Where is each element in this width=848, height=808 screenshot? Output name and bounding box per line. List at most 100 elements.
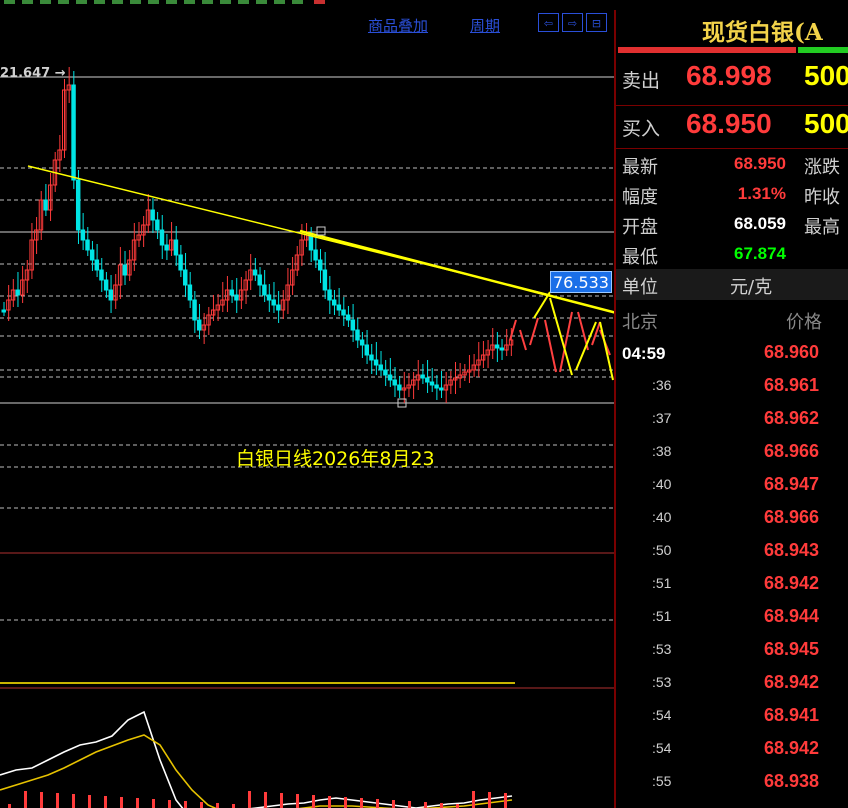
buy-label: 买入: [622, 118, 661, 140]
toolbar-button[interactable]: [148, 0, 159, 4]
chart-gridlines: [0, 76, 614, 689]
tick-row: :51 68.944: [616, 604, 848, 637]
instrument-title-bar: 现货白银(A: [616, 10, 848, 46]
candle-body: [85, 239, 90, 251]
tick-price: 68.941: [764, 705, 820, 725]
tick-row: :53 68.945: [616, 637, 848, 670]
candle-body: [183, 269, 188, 286]
sell-quantity: 500: [804, 60, 848, 91]
candle-body: [192, 299, 197, 321]
toolbar-button[interactable]: [220, 0, 231, 4]
candle-body: [15, 289, 20, 296]
tick-row: :54 68.942: [616, 736, 848, 769]
macd-bar: [440, 803, 443, 808]
sell-label: 卖出: [622, 70, 661, 92]
high-label: 最高: [804, 217, 840, 238]
candle-body: [369, 354, 374, 361]
candle-body: [345, 314, 351, 321]
candle-body: [271, 299, 276, 306]
divider: [616, 105, 848, 106]
price-chart[interactable]: [0, 10, 614, 808]
unit-label: 单位: [622, 277, 658, 298]
macd-bar: [280, 793, 283, 808]
toolbar-button[interactable]: [94, 0, 105, 4]
macd-bar: [392, 800, 395, 808]
bid-ask-ratio-bar: [618, 47, 848, 53]
candle-body: [99, 269, 104, 281]
macd-bar: [88, 795, 91, 808]
tick-time: :54: [652, 740, 672, 756]
macd-bar: [184, 801, 187, 808]
candle-body: [397, 384, 402, 391]
toolbar-button[interactable]: [22, 0, 33, 4]
tick-row: :50 68.943: [616, 538, 848, 571]
tick-time: :40: [652, 476, 672, 492]
toolbar-button[interactable]: [202, 0, 213, 4]
candle-body: [336, 304, 342, 311]
toolbar-button[interactable]: [58, 0, 69, 4]
candle-body: [429, 381, 435, 386]
toolbar-button[interactable]: [184, 0, 195, 4]
macd-bar: [104, 796, 107, 808]
macd-bar: [376, 799, 379, 808]
macd-bar: [456, 804, 459, 808]
macd-bar: [72, 794, 75, 808]
tick-row: :37 68.962: [616, 406, 848, 439]
tick-price: 68.962: [764, 408, 820, 428]
period-link[interactable]: 周期: [470, 15, 500, 36]
toolbar-button[interactable]: [274, 0, 285, 4]
candle-body: [196, 319, 202, 331]
candle-body: [378, 364, 383, 371]
candle-body: [373, 359, 379, 366]
toolbar-button[interactable]: [112, 0, 123, 4]
candle-body: [322, 269, 328, 291]
projection-arrow: [544, 319, 557, 373]
toolbar-button[interactable]: [238, 0, 249, 4]
toolbar-button[interactable]: [76, 0, 87, 4]
toolbar-button-red[interactable]: [314, 0, 325, 4]
candle-body: [313, 249, 318, 261]
tick-price: 68.942: [764, 738, 820, 758]
tick-time: :50: [652, 542, 672, 558]
tick-row: :53 68.942: [616, 670, 848, 703]
candle-body: [392, 379, 397, 386]
tick-price: 68.966: [764, 507, 820, 527]
candle-body: [164, 244, 169, 251]
split-view-icon[interactable]: ⊟: [586, 13, 607, 32]
buy-row: 买入 68.950 500: [616, 108, 848, 140]
macd-bar: [168, 800, 171, 808]
tick-time: :53: [652, 674, 672, 690]
toolbar-button[interactable]: [130, 0, 141, 4]
macd-bar: [296, 794, 299, 808]
projection-arrow: [575, 321, 597, 371]
candle-body: [331, 299, 337, 306]
candle-body: [434, 384, 439, 389]
tick-price: 68.966: [764, 441, 820, 461]
candle-body: [262, 284, 267, 296]
tick-price: 68.961: [764, 375, 820, 395]
tick-price: 68.942: [764, 573, 820, 593]
scroll-left-icon[interactable]: ⇦: [538, 13, 559, 32]
scroll-right-icon[interactable]: ⇨: [562, 13, 583, 32]
chart-annotation: 白银日线2026年8月23: [236, 448, 435, 470]
candle-body: [494, 344, 500, 349]
indicator-panel: [0, 710, 513, 808]
toolbar-button[interactable]: [40, 0, 51, 4]
target-price-tag: 76.533: [550, 271, 612, 293]
candle-body: [1, 309, 6, 313]
open-label: 开盘: [622, 217, 658, 238]
projection-arrow: [519, 329, 527, 351]
toolbar-button[interactable]: [166, 0, 177, 4]
high-price-marker: 21.647 →: [0, 66, 66, 81]
macd-bar: [24, 791, 27, 808]
overlay-product-link[interactable]: 商品叠加: [368, 15, 428, 36]
tick-row: :51 68.942: [616, 571, 848, 604]
tick-row: :40 68.966: [616, 505, 848, 538]
unit-row: 单位 元/克: [616, 269, 848, 300]
candle-body: [178, 254, 183, 271]
toolbar-button[interactable]: [4, 0, 15, 4]
toolbar-button[interactable]: [256, 0, 267, 4]
macd-bar: [232, 804, 235, 808]
buy-price: 68.950: [686, 108, 772, 139]
toolbar-button[interactable]: [292, 0, 303, 4]
